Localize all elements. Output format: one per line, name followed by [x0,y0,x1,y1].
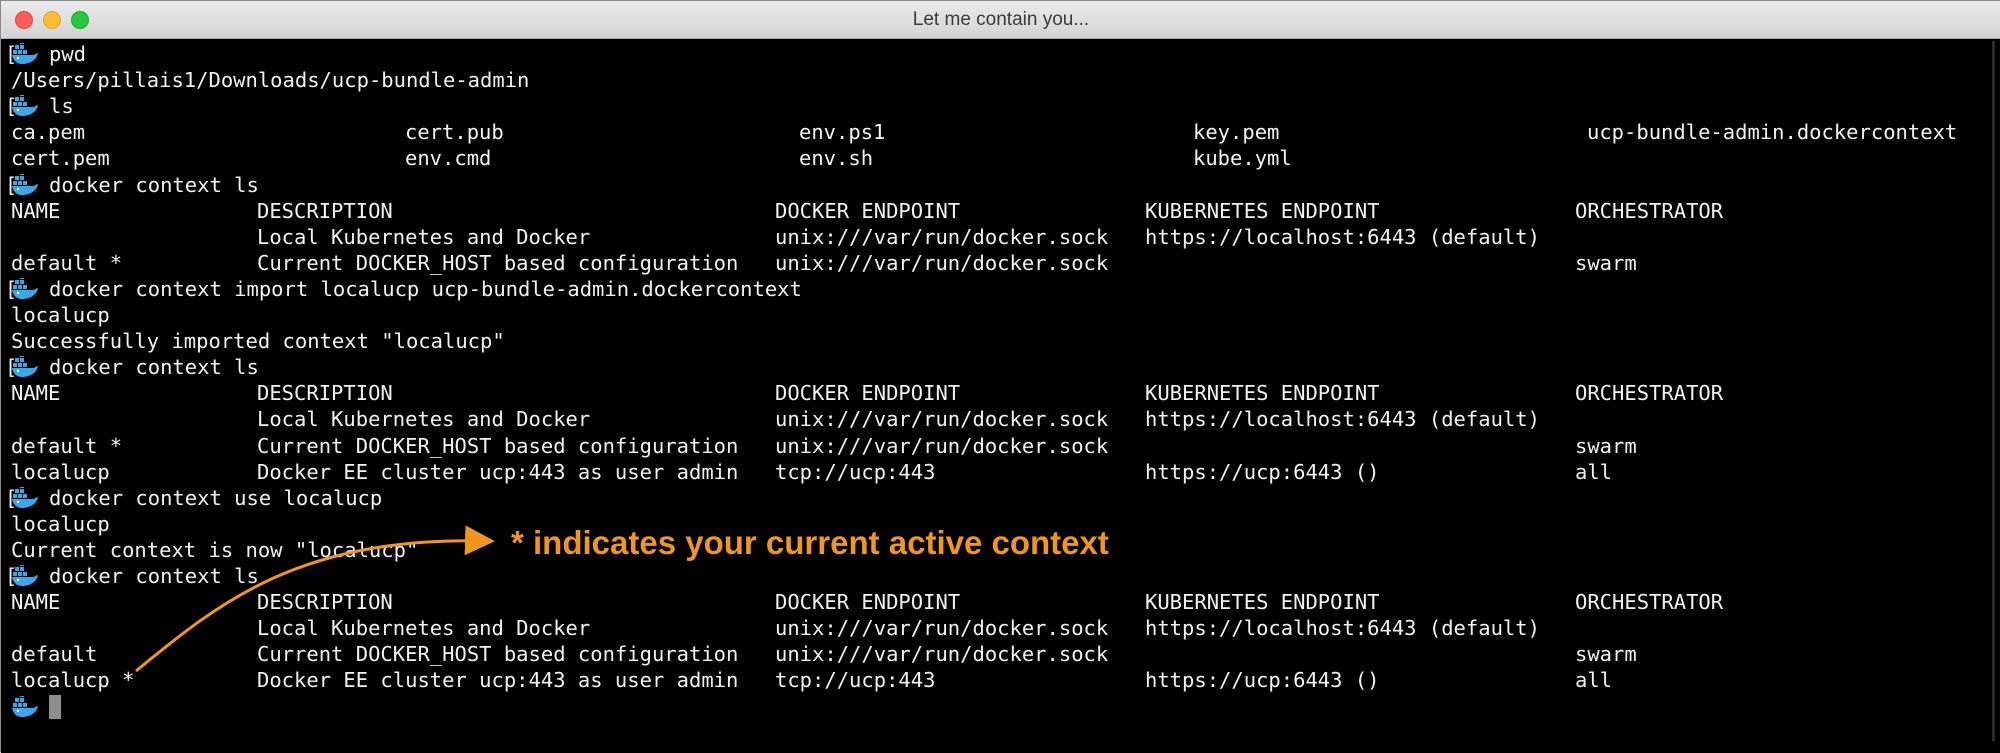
annotation-text: * indicates your current active context [511,524,1109,561]
terminal-window: Let me contain you... [pwd/Users/pillais… [0,0,2000,753]
annotation-arrow [135,525,495,673]
